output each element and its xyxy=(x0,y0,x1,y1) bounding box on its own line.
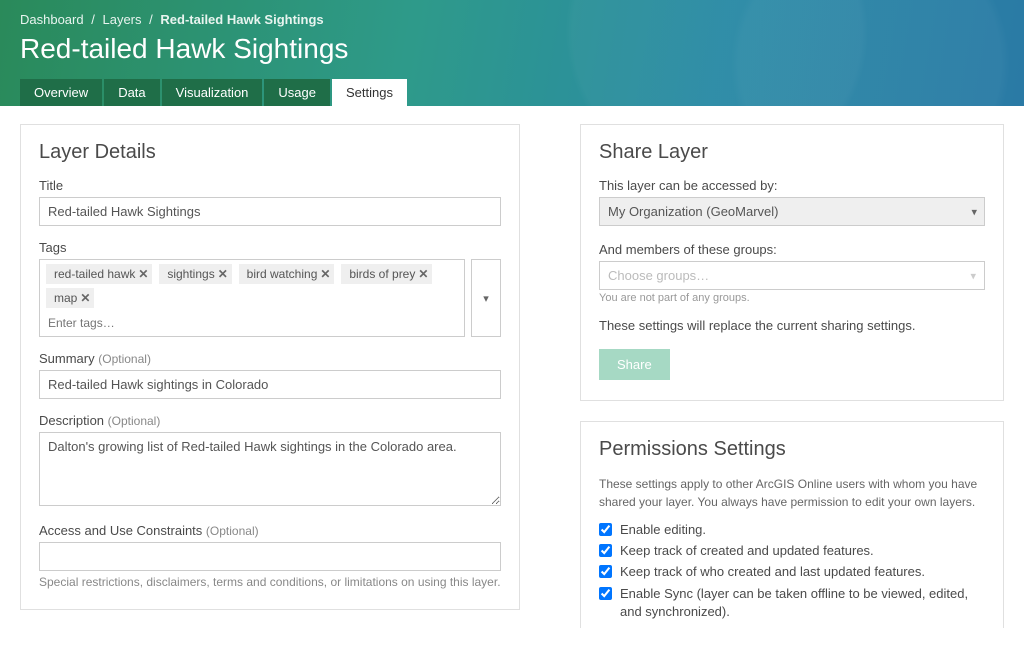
access-select[interactable]: My Organization (GeoMarvel) xyxy=(599,197,985,226)
tabs: Overview Data Visualization Usage Settin… xyxy=(20,79,1004,106)
summary-label: Summary (Optional) xyxy=(39,351,501,366)
enable-editing-checkbox[interactable] xyxy=(599,523,612,536)
tag-remove-icon[interactable]: ✕ xyxy=(138,267,148,281)
tab-data[interactable]: Data xyxy=(104,79,159,106)
tag-item: bird watching✕ xyxy=(239,264,335,284)
share-note: These settings will replace the current … xyxy=(599,318,985,333)
permission-row: Keep track of who created and last updat… xyxy=(599,563,985,581)
access-label: This layer can be accessed by: xyxy=(599,178,985,193)
tag-item: birds of prey✕ xyxy=(341,264,432,284)
permissions-panel: Permissions Settings These settings appl… xyxy=(580,421,1004,628)
tab-settings[interactable]: Settings xyxy=(332,79,407,106)
groups-select: Choose groups… ▾ xyxy=(599,261,985,290)
permission-row: Enable Sync (layer can be taken offline … xyxy=(599,585,985,621)
constraints-label: Access and Use Constraints (Optional) xyxy=(39,523,501,538)
tags-editor[interactable]: red-tailed hawk✕ sightings✕ bird watchin… xyxy=(39,259,465,337)
chevron-down-icon: ▾ xyxy=(483,292,489,305)
tags-input[interactable] xyxy=(46,312,458,336)
constraints-input[interactable] xyxy=(39,542,501,571)
tag-remove-icon[interactable]: ✕ xyxy=(80,291,90,305)
title-label: Title xyxy=(39,178,501,193)
description-label: Description (Optional) xyxy=(39,413,501,428)
chevron-down-icon: ▾ xyxy=(970,269,976,282)
breadcrumb: Dashboard / Layers / Red-tailed Hawk Sig… xyxy=(20,12,1004,27)
share-button[interactable]: Share xyxy=(599,349,670,380)
groups-label: And members of these groups: xyxy=(599,242,985,257)
tag-remove-icon[interactable]: ✕ xyxy=(218,267,228,281)
panel-title-share: Share Layer xyxy=(599,141,985,164)
permission-label: Enable Sync (layer can be taken offline … xyxy=(620,585,985,621)
tag-remove-icon[interactable]: ✕ xyxy=(320,267,330,281)
track-who-checkbox[interactable] xyxy=(599,565,612,578)
permission-row: Keep track of created and updated featur… xyxy=(599,542,985,560)
tags-label: Tags xyxy=(39,240,501,255)
breadcrumb-link-dashboard[interactable]: Dashboard xyxy=(20,12,84,27)
layer-details-panel: Layer Details Title Tags red-tailed hawk… xyxy=(20,124,520,610)
page-title: Red-tailed Hawk Sightings xyxy=(20,33,1004,65)
groups-hint: You are not part of any groups. xyxy=(599,292,985,304)
title-input[interactable] xyxy=(39,197,501,226)
tag-remove-icon[interactable]: ✕ xyxy=(418,267,428,281)
tags-dropdown-button[interactable]: ▾ xyxy=(471,259,501,337)
tag-item: sightings✕ xyxy=(159,264,231,284)
panel-title-details: Layer Details xyxy=(39,141,501,164)
description-textarea[interactable] xyxy=(39,432,501,506)
permission-label: Keep track of created and updated featur… xyxy=(620,542,874,560)
breadcrumb-link-layers[interactable]: Layers xyxy=(102,12,141,27)
tag-item: map✕ xyxy=(46,288,94,308)
tab-visualization[interactable]: Visualization xyxy=(162,79,263,106)
summary-input[interactable] xyxy=(39,370,501,399)
tab-overview[interactable]: Overview xyxy=(20,79,102,106)
constraints-hint: Special restrictions, disclaimers, terms… xyxy=(39,575,501,589)
tab-usage[interactable]: Usage xyxy=(264,79,330,106)
breadcrumb-current: Red-tailed Hawk Sightings xyxy=(160,12,323,27)
share-panel: Share Layer This layer can be accessed b… xyxy=(580,124,1004,401)
panel-title-permissions: Permissions Settings xyxy=(599,438,985,461)
permission-row: Enable editing. xyxy=(599,521,985,539)
permission-label: Enable editing. xyxy=(620,521,706,539)
track-created-updated-checkbox[interactable] xyxy=(599,544,612,557)
permission-label: Keep track of who created and last updat… xyxy=(620,563,925,581)
tag-item: red-tailed hawk✕ xyxy=(46,264,152,284)
permissions-intro: These settings apply to other ArcGIS Onl… xyxy=(599,475,985,511)
enable-sync-checkbox[interactable] xyxy=(599,587,612,600)
